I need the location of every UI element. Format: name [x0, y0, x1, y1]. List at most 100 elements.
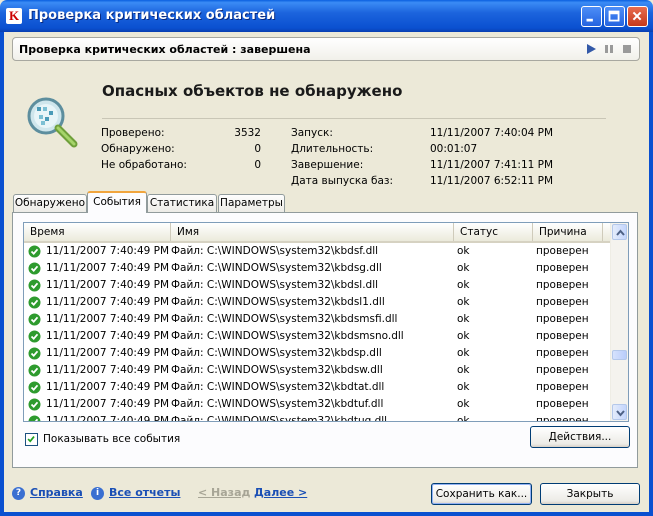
- check-circle-icon: [28, 245, 41, 258]
- events-tab-panel: Время Имя Статус Причина 11/11/2007 7:40…: [12, 212, 638, 468]
- help-icon: ?: [12, 487, 25, 500]
- maximize-button[interactable]: [604, 6, 625, 27]
- tab-events[interactable]: События: [87, 191, 147, 213]
- checkmark-icon: [27, 436, 35, 443]
- row-time: 11/11/2007 7:40:49 PM: [46, 245, 170, 257]
- help-link[interactable]: Справка: [30, 486, 83, 499]
- row-time: 11/11/2007 7:40:49 PM: [46, 381, 170, 393]
- column-header-name[interactable]: Имя: [171, 223, 454, 241]
- row-reason: проверен: [536, 364, 589, 376]
- time-value-finish: 11/11/2007 7:41:11 PM: [430, 159, 554, 171]
- save-as-button[interactable]: Сохранить как...: [431, 483, 532, 505]
- check-circle-icon: [28, 296, 41, 309]
- scroll-thumb[interactable]: [612, 350, 627, 360]
- table-row[interactable]: 11/11/2007 7:40:49 PM Файл: C:\WINDOWS\sy…: [24, 396, 612, 413]
- row-name: Файл: C:\WINDOWS\system32\kbdsmsfi.dll: [171, 313, 398, 325]
- column-header-reason[interactable]: Причина: [533, 223, 603, 241]
- row-name: Файл: C:\WINDOWS\system32\kbdsg.dll: [171, 262, 382, 274]
- row-reason: проверен: [536, 381, 589, 393]
- time-value-start: 11/11/2007 7:40:04 PM: [430, 127, 554, 139]
- next-link[interactable]: Далее >: [254, 486, 307, 499]
- row-time: 11/11/2007 7:40:49 PM: [46, 398, 170, 410]
- row-reason: проверен: [536, 415, 589, 422]
- column-header-time[interactable]: Время: [24, 223, 171, 241]
- tab-statistics[interactable]: Статистика: [147, 194, 217, 212]
- stat-label-scanned: Проверено:: [101, 127, 165, 139]
- row-reason: проверен: [536, 262, 589, 274]
- column-header-status[interactable]: Статус: [454, 223, 533, 241]
- row-status: ok: [457, 398, 470, 410]
- check-circle-icon: [28, 262, 41, 275]
- tab-detected[interactable]: Обнаружено: [13, 194, 87, 212]
- table-row[interactable]: 11/11/2007 7:40:49 PM Файл: C:\WINDOWS\sy…: [24, 260, 612, 277]
- time-label-duration: Длительность:: [291, 143, 374, 155]
- close-window-button[interactable]: [627, 6, 648, 27]
- check-circle-icon: [28, 347, 41, 360]
- row-time: 11/11/2007 7:40:49 PM: [46, 364, 170, 376]
- table-row[interactable]: 11/11/2007 7:40:49 PM Файл: C:\WINDOWS\sy…: [24, 243, 612, 260]
- events-scrollbar[interactable]: [610, 223, 628, 421]
- stat-value-detected: 0: [254, 143, 261, 155]
- check-circle-icon: [28, 398, 41, 411]
- all-reports-link[interactable]: Все отчеты: [109, 486, 180, 499]
- title-bar[interactable]: K Проверка критических областей: [0, 0, 653, 32]
- events-list[interactable]: Время Имя Статус Причина 11/11/2007 7:40…: [23, 222, 629, 422]
- row-status: ok: [457, 279, 470, 291]
- close-icon: [632, 11, 642, 21]
- check-circle-icon: [28, 381, 41, 394]
- check-circle-icon: [28, 364, 41, 377]
- table-row[interactable]: 11/11/2007 7:40:49 PM Файл: C:\WINDOWS\sy…: [24, 328, 612, 345]
- row-time: 11/11/2007 7:40:49 PM: [46, 415, 170, 422]
- window-title: Проверка критических областей: [28, 8, 276, 23]
- close-button[interactable]: Закрыть: [540, 483, 640, 505]
- row-name: Файл: C:\WINDOWS\system32\kbdsw.dll: [171, 364, 383, 376]
- table-row[interactable]: 11/11/2007 7:40:49 PM Файл: C:\WINDOWS\sy…: [24, 311, 612, 328]
- actions-button[interactable]: Действия...: [530, 426, 630, 448]
- table-row[interactable]: 11/11/2007 7:40:49 PM Файл: C:\WINDOWS\sy…: [24, 362, 612, 379]
- scroll-down-button[interactable]: [612, 404, 627, 420]
- maximize-icon: [608, 10, 620, 22]
- row-time: 11/11/2007 7:40:49 PM: [46, 347, 170, 359]
- minimize-icon: [586, 18, 593, 22]
- row-name: Файл: C:\WINDOWS\system32\kbdtuf.dll: [171, 398, 384, 410]
- row-name: Файл: C:\WINDOWS\system32\kbdtat.dll: [171, 381, 385, 393]
- time-label-finish: Завершение:: [291, 159, 364, 171]
- check-circle-icon: [28, 415, 41, 421]
- row-name: Файл: C:\WINDOWS\system32\kbdsmsno.dll: [171, 330, 404, 342]
- show-all-events-label[interactable]: Показывать все события: [43, 433, 180, 445]
- scroll-up-icon: [616, 229, 625, 236]
- table-row[interactable]: 11/11/2007 7:40:49 PM Файл: C:\WINDOWS\sy…: [24, 277, 612, 294]
- table-row[interactable]: 11/11/2007 7:40:49 PM Файл: C:\WINDOWS\sy…: [24, 345, 612, 362]
- scroll-up-button[interactable]: [612, 224, 627, 240]
- info-icon: i: [91, 487, 104, 500]
- pause-icon[interactable]: [603, 43, 615, 55]
- row-reason: проверен: [536, 245, 589, 257]
- stat-value-scanned: 3532: [234, 127, 261, 139]
- row-status: ok: [457, 262, 470, 274]
- task-status-bar: Проверка критических областей : завершен…: [12, 37, 640, 61]
- kaspersky-logo-icon: K: [6, 8, 22, 24]
- events-list-header: Время Имя Статус Причина: [24, 223, 612, 243]
- table-row[interactable]: 11/11/2007 7:40:49 PM Файл: C:\WINDOWS\sy…: [24, 294, 612, 311]
- play-icon[interactable]: [585, 43, 597, 55]
- stat-value-unprocessed: 0: [254, 159, 261, 171]
- tab-parameters[interactable]: Параметры: [218, 194, 285, 212]
- time-value-db-release: 11/11/2007 6:52:11 PM: [430, 175, 554, 187]
- table-row[interactable]: 11/11/2007 7:40:49 PM Файл: C:\WINDOWS\sy…: [24, 379, 612, 396]
- minimize-button[interactable]: [581, 6, 602, 27]
- stop-icon[interactable]: [621, 43, 633, 55]
- time-value-duration: 00:01:07: [430, 143, 478, 155]
- row-status: ok: [457, 313, 470, 325]
- row-reason: проверен: [536, 330, 589, 342]
- magnifier-icon: [27, 97, 78, 148]
- table-row[interactable]: 11/11/2007 7:40:49 PM Файл: C:\WINDOWS\sy…: [24, 413, 612, 422]
- task-status-text: Проверка критических областей : завершен…: [19, 43, 311, 56]
- row-name: Файл: C:\WINDOWS\system32\kbdsp.dll: [171, 347, 382, 359]
- row-name: Файл: C:\WINDOWS\system32\kbdsf.dll: [171, 245, 379, 257]
- show-all-events-checkbox[interactable]: [25, 433, 38, 446]
- row-status: ok: [457, 296, 470, 308]
- headline-divider: [102, 118, 606, 119]
- row-time: 11/11/2007 7:40:49 PM: [46, 313, 170, 325]
- back-link[interactable]: < Назад: [198, 486, 250, 499]
- check-circle-icon: [28, 279, 41, 292]
